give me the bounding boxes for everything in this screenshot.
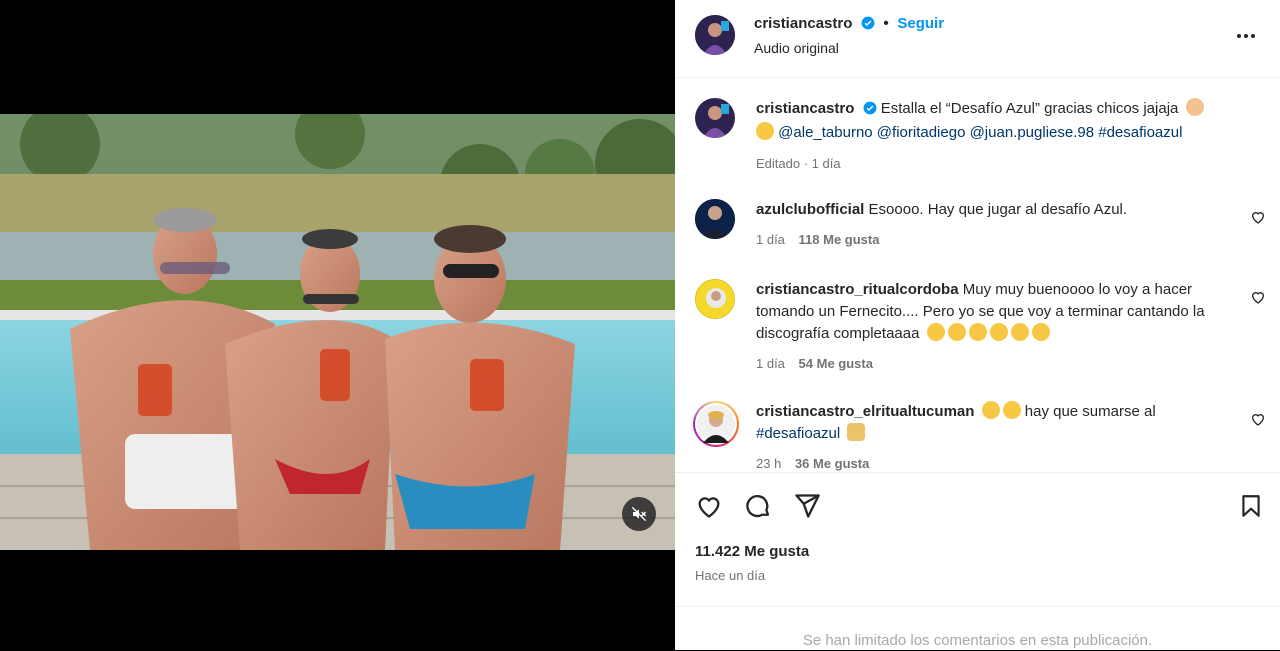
clinking-glasses-emoji-icon	[847, 423, 866, 441]
laughing-emoji-icon	[981, 401, 1000, 419]
post-media	[0, 0, 675, 650]
comment-text: hay que sumarse al	[1024, 403, 1156, 420]
waving-hand-emoji-icon	[1185, 98, 1204, 116]
author-avatar-image	[695, 15, 735, 55]
comment-heart-icon[interactable]	[1250, 289, 1266, 305]
comment-username[interactable]: azulclubofficial	[756, 201, 864, 218]
comment-meta: 1 día 54 Me gusta	[756, 353, 1221, 375]
commenter-avatar-image	[697, 405, 735, 443]
caption-meta: Editado · 1 día	[756, 156, 841, 171]
caption-avatar-image	[695, 98, 735, 138]
comment-time: 23 h	[756, 456, 782, 471]
comment-icon[interactable]	[743, 491, 773, 521]
laughing-emoji-icon	[968, 323, 987, 341]
comment-meta: 23 h 36 Me gusta	[756, 453, 1221, 471]
caption-text: Estalla el “Desafío Azul” gracias chicos…	[880, 100, 1179, 117]
caption-username[interactable]: cristiancastro	[756, 100, 854, 117]
comment-heart-icon[interactable]	[1250, 411, 1266, 427]
comments-limited-notice: Se han limitado los comentarios en esta …	[675, 606, 1280, 651]
comment-likes[interactable]: 36 Me gusta	[795, 456, 869, 471]
laughing-emoji-icon	[1031, 323, 1050, 341]
commenter-avatar[interactable]	[695, 199, 735, 239]
follow-button[interactable]: Seguir	[897, 15, 944, 32]
comment-likes[interactable]: 118 Me gusta	[799, 232, 880, 247]
more-options-icon[interactable]	[1234, 24, 1258, 48]
laughing-emoji-icon	[1002, 401, 1021, 419]
comment-username[interactable]: cristiancastro_elritualtucuman	[756, 403, 974, 420]
commenter-avatar-image	[696, 280, 734, 318]
caption-body: cristiancastro Estalla el “Desafío Azul”…	[756, 98, 1221, 175]
laughing-emoji-icon	[947, 323, 966, 341]
header-separator: •	[883, 15, 889, 32]
comment-username[interactable]: cristiancastro_ritualcordoba	[756, 281, 959, 298]
commenter-avatar[interactable]	[695, 279, 735, 319]
audio-label[interactable]: Audio original	[754, 40, 839, 56]
comment-text: Esoooo. Hay que jugar al desafío Azul.	[868, 201, 1128, 218]
laughing-emoji-icon	[926, 323, 945, 341]
laughing-emoji-icons	[924, 323, 1050, 342]
post-header: cristiancastro • Seguir Audio original	[675, 0, 1280, 78]
comment-hashtag[interactable]: #desafioazul	[756, 425, 840, 442]
author-username[interactable]: cristiancastro	[754, 15, 852, 32]
comment-item: cristiancastro_elritualtucuman hay que s…	[675, 401, 1280, 471]
comment-item: cristiancastro_ritualcordoba Muy muy bue…	[675, 279, 1280, 389]
post-photo[interactable]	[0, 114, 675, 550]
comment-likes[interactable]: 54 Me gusta	[799, 356, 873, 371]
comment-time: 1 día	[756, 232, 785, 247]
rofl-emoji-icon	[756, 122, 774, 140]
comment-body: cristiancastro_ritualcordoba Muy muy bue…	[756, 279, 1221, 375]
comment-meta: 1 día 118 Me gusta	[756, 229, 1221, 251]
post-caption: cristiancastro Estalla el “Desafío Azul”…	[675, 98, 1280, 198]
caption-avatar[interactable]	[695, 98, 735, 138]
heart-icon[interactable]	[694, 491, 724, 521]
comment-heart-icon[interactable]	[1250, 209, 1266, 225]
post-side-panel: cristiancastro • Seguir Audio original c…	[675, 0, 1280, 650]
share-icon[interactable]	[792, 491, 822, 521]
laughing-emoji-icon	[1010, 323, 1029, 341]
post-time[interactable]: Hace un día	[695, 568, 765, 583]
header-title-line: cristiancastro • Seguir	[754, 15, 944, 35]
muted-speaker-icon[interactable]	[622, 497, 656, 531]
comments-list[interactable]: cristiancastro Estalla el “Desafío Azul”…	[675, 79, 1280, 471]
commenter-avatar-story-ring[interactable]	[693, 401, 739, 447]
author-avatar[interactable]	[695, 15, 735, 55]
post-photo-image	[0, 114, 675, 550]
comment-item: azulclubofficial Esoooo. Hay que jugar a…	[675, 199, 1280, 259]
comment-time: 1 día	[756, 356, 785, 371]
verified-badge-icon	[863, 100, 877, 122]
comment-body: cristiancastro_elritualtucuman hay que s…	[756, 401, 1221, 471]
post-actions: 11.422 Me gusta Hace un día Se han limit…	[675, 472, 1280, 650]
like-count[interactable]: 11.422 Me gusta	[695, 543, 809, 560]
commenter-avatar-image	[695, 199, 735, 239]
commenter-avatar	[695, 403, 737, 445]
laughing-emoji-icon	[989, 323, 1008, 341]
verified-badge-icon	[861, 16, 875, 35]
caption-mentions[interactable]: @ale_taburno @fioritadiego @juan.puglies…	[778, 124, 1182, 141]
comment-body: azulclubofficial Esoooo. Hay que jugar a…	[756, 199, 1221, 251]
bookmark-icon[interactable]	[1236, 491, 1266, 521]
